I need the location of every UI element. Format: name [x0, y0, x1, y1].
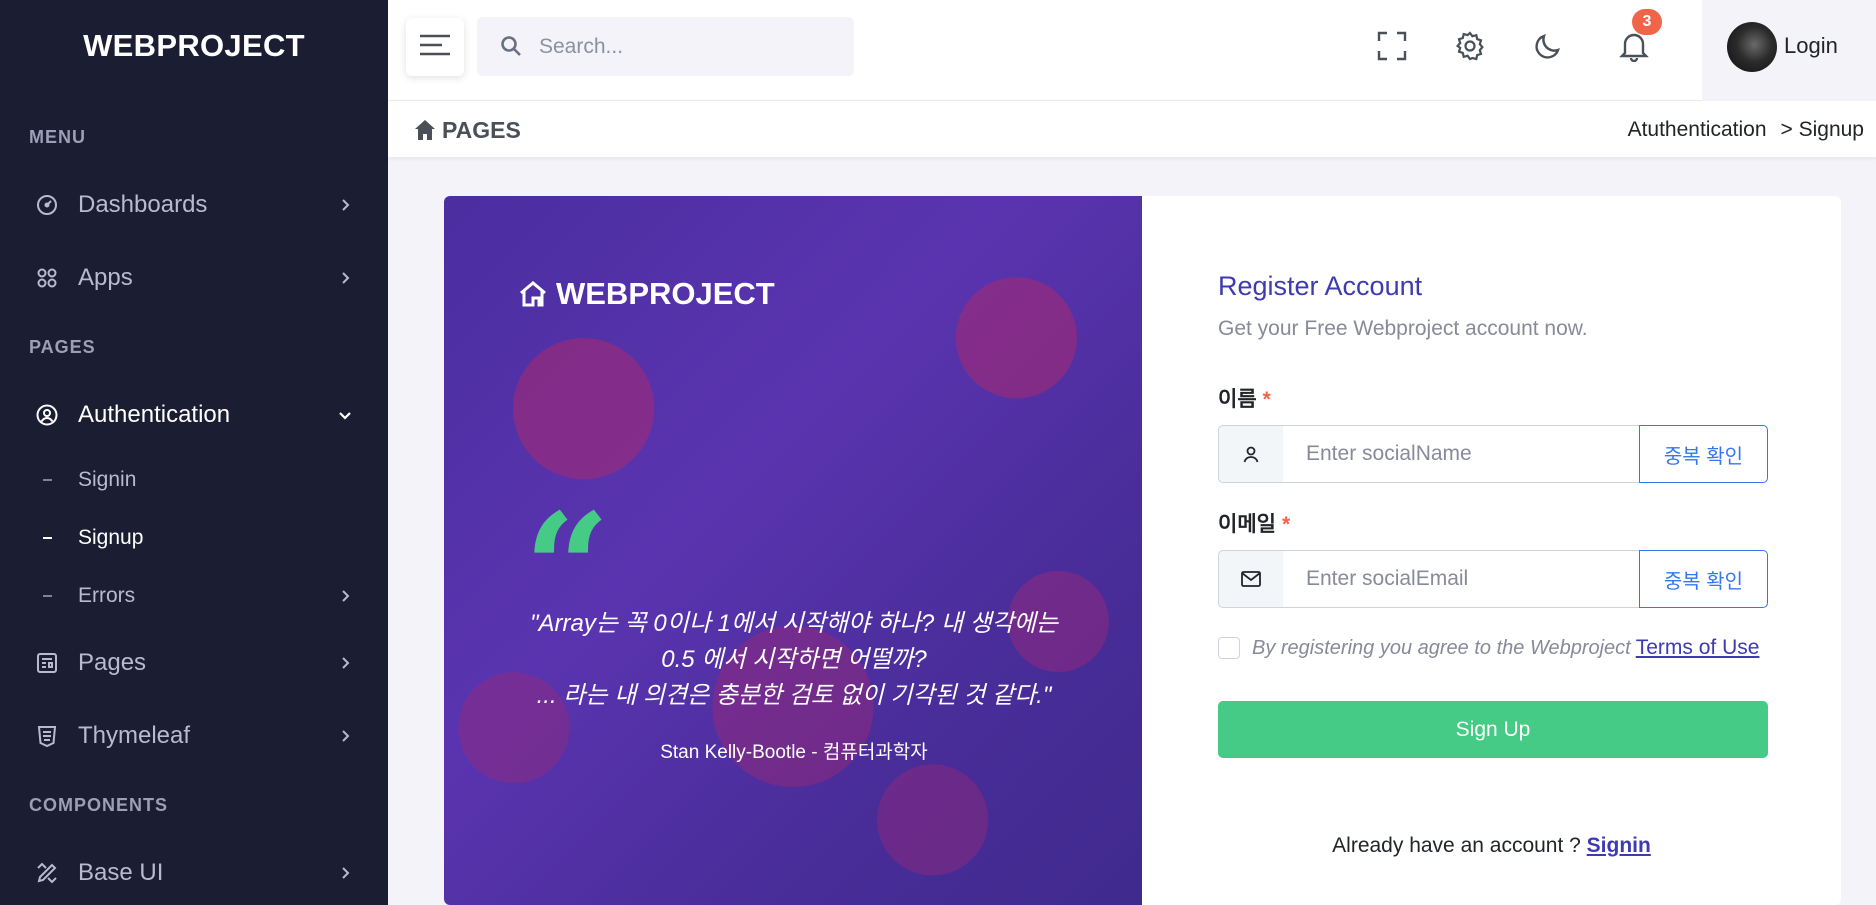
terms-text: By registering you agree to the Webproje… — [1252, 636, 1631, 659]
chevron-right-icon — [336, 654, 354, 672]
quote-author: Stan Kelly-Bootle - 컴퓨터과학자 — [660, 742, 928, 763]
hamburger-icon — [420, 34, 450, 61]
quote-line: 0.5 에서 시작하면 어떨까? — [661, 646, 927, 673]
breadcrumb-current: > Signup — [1780, 118, 1865, 141]
dash-marker — [43, 479, 52, 481]
required-mark: * — [1281, 513, 1291, 536]
chevron-right-icon — [336, 864, 354, 882]
page-title: PAGES — [442, 117, 521, 143]
terms-checkbox[interactable] — [1218, 637, 1240, 659]
sidebar-item-dashboards[interactable]: Dashboards — [0, 177, 388, 233]
sidebar-item-apps[interactable]: Apps — [0, 250, 388, 306]
dash-marker — [43, 595, 52, 597]
name-input-group: 중복 확인 — [1218, 425, 1768, 483]
sidebar: WEBPROJECT MENU Dashboards Apps PAGES Au… — [0, 0, 388, 905]
name-label-text: 이름 — [1218, 388, 1257, 411]
required-mark: * — [1262, 388, 1271, 411]
page-title-bar: PAGES Atuthentication > Signup — [388, 101, 1876, 157]
sidebar-subitem-signin[interactable]: Signin — [0, 460, 388, 500]
sidebar-item-label: Dashboards — [78, 191, 208, 218]
chevron-right-icon — [336, 587, 354, 605]
sidebar-item-label: Authentication — [78, 401, 231, 428]
breadcrumb-parent[interactable]: Atuthentication — [1628, 118, 1767, 142]
section-title-menu: MENU — [29, 127, 86, 147]
email-input[interactable] — [1283, 550, 1640, 608]
sidebar-item-base-ui[interactable]: Base UI — [0, 845, 388, 901]
moon-icon[interactable] — [1530, 28, 1566, 64]
grid-icon — [34, 265, 60, 291]
name-duplicate-check-button[interactable]: 중복 확인 — [1639, 425, 1768, 483]
search-box — [477, 17, 854, 76]
hero-brand-text: WEBPROJECT — [556, 276, 775, 311]
search-icon — [499, 34, 523, 58]
chevron-down-icon — [336, 406, 354, 424]
sidebar-brand[interactable]: WEBPROJECT — [0, 0, 388, 92]
chevron-right-icon — [336, 269, 354, 287]
search-input[interactable] — [539, 17, 839, 76]
auth-card: WEBPROJECT “ "Array는 꼭 0이나 1에서 시작해야 하나? … — [444, 196, 1841, 905]
name-label: 이름 * — [1218, 383, 1271, 413]
signin-prompt-text: Already have an account ? — [1332, 834, 1581, 857]
signin-link[interactable]: Signin — [1587, 834, 1651, 857]
sidebar-item-label: Base UI — [78, 859, 164, 886]
quote-line: "Array는 꼭 0이나 1에서 시작해야 하나? 내 생각에는 — [530, 610, 1058, 637]
form-subtitle: Get your Free Webproject account now. — [1218, 317, 1588, 340]
user-icon — [1218, 425, 1284, 483]
sidebar-subitem-errors[interactable]: Errors — [0, 576, 388, 616]
sidebar-item-authentication[interactable]: Authentication — [0, 387, 388, 443]
signin-prompt: Already have an account ? Signin — [1142, 834, 1841, 858]
email-duplicate-check-button[interactable]: 중복 확인 — [1639, 550, 1768, 608]
user-circle-icon — [34, 402, 60, 428]
name-input[interactable] — [1283, 425, 1640, 483]
speedometer-icon — [34, 192, 60, 218]
topbar: 3 Login — [388, 0, 1876, 101]
house-logo-icon — [518, 279, 548, 309]
sidebar-subitem-label: Signup — [78, 526, 144, 549]
fullscreen-icon[interactable] — [1374, 28, 1410, 64]
section-title-components: COMPONENTS — [29, 795, 169, 815]
hero-panel: WEBPROJECT “ "Array는 꼭 0이나 1에서 시작해야 하나? … — [444, 196, 1142, 905]
home-icon — [414, 119, 436, 141]
sidebar-subitem-label: Errors — [78, 584, 136, 607]
email-input-group: 중복 확인 — [1218, 550, 1768, 608]
terms-link[interactable]: Terms of Use — [1636, 636, 1760, 660]
dash-marker — [43, 537, 52, 539]
terms-row: By registering you agree to the Webproje… — [1218, 636, 1759, 660]
sidebar-item-thymeleaf[interactable]: Thymeleaf — [0, 708, 388, 764]
hero-brand: WEBPROJECT — [518, 276, 775, 312]
section-title-pages: PAGES — [29, 337, 96, 357]
sidebar-subitem-label: Signin — [78, 468, 137, 491]
sidebar-item-label: Thymeleaf — [78, 722, 191, 749]
login-label: Login — [1784, 33, 1838, 58]
gear-icon[interactable] — [1452, 28, 1488, 64]
quote-line: ... 라는 내 의견은 충분한 검토 없이 기각된 것 같다." — [536, 682, 1052, 709]
register-form: Register Account Get your Free Webprojec… — [1142, 196, 1841, 905]
menu-toggle-button[interactable] — [406, 18, 464, 76]
chevron-right-icon — [336, 196, 354, 214]
sidebar-item-label: Pages — [78, 649, 147, 676]
user-menu[interactable]: Login — [1702, 0, 1876, 101]
mail-icon — [1218, 550, 1284, 608]
sidebar-subitem-signup[interactable]: Signup — [0, 518, 388, 558]
email-label: 이메일 * — [1218, 508, 1290, 538]
shield-icon — [34, 723, 60, 749]
sign-up-button[interactable]: Sign Up — [1218, 701, 1768, 758]
email-label-text: 이메일 — [1218, 513, 1276, 536]
breadcrumb: Atuthentication > Signup — [1628, 118, 1864, 142]
pencil-ruler-icon — [34, 860, 60, 886]
sidebar-item-label: Apps — [78, 264, 133, 291]
chevron-right-icon — [336, 727, 354, 745]
document-icon — [34, 650, 60, 676]
notification-badge: 3 — [1632, 9, 1662, 35]
avatar — [1727, 22, 1777, 72]
form-title: Register Account — [1218, 271, 1423, 301]
hero-quote: "Array는 꼭 0이나 1에서 시작해야 하나? 내 생각에는 0.5 에서… — [484, 606, 1104, 714]
sidebar-item-pages[interactable]: Pages — [0, 635, 388, 691]
